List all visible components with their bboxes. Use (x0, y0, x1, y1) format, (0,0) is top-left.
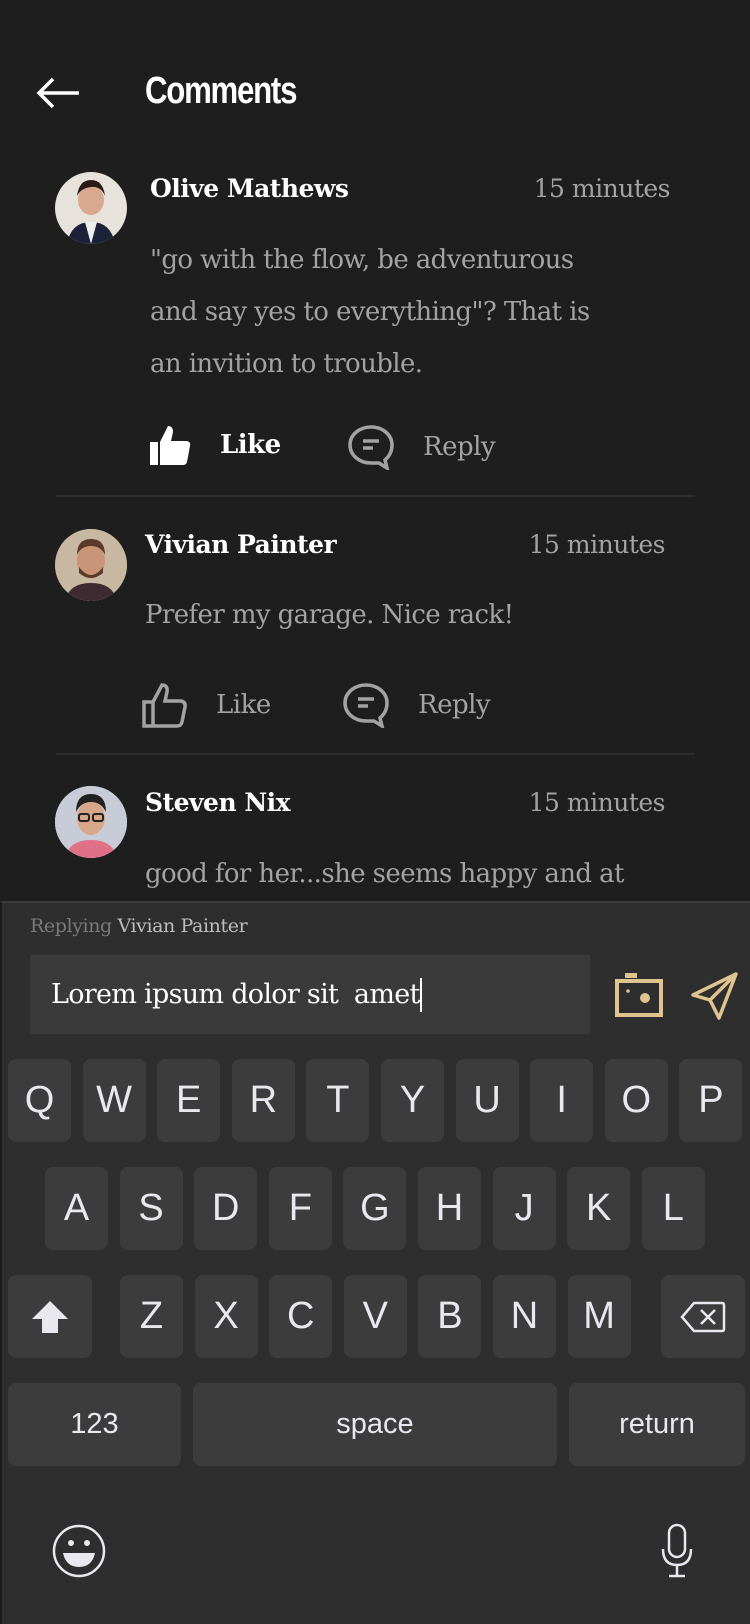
comment-line: good for her...she seems happy and at (145, 859, 624, 889)
comment-input-value: Lorem ipsum dolor sit amet (51, 979, 420, 1010)
comment-line: "go with the flow, be adventurous (150, 245, 574, 275)
comment-time: 15 minutes (533, 174, 671, 203)
divider (56, 495, 695, 497)
key-s[interactable]: S (119, 1167, 183, 1250)
key-n[interactable]: N (493, 1275, 556, 1358)
key-a[interactable]: A (45, 1167, 108, 1250)
reply-panel: Replying Vivian Painter Lorem ipsum dolo… (0, 901, 750, 1624)
back-arrow-icon[interactable] (35, 76, 81, 110)
comment-author[interactable]: Vivian Painter (145, 530, 337, 559)
backspace-icon (680, 1301, 726, 1332)
like-button[interactable]: Like (150, 424, 281, 466)
text-cursor (419, 977, 422, 1012)
comment-input[interactable]: Lorem ipsum dolor sit amet (30, 955, 590, 1034)
reply-button[interactable]: Reply (347, 424, 496, 470)
space-key[interactable]: space (193, 1383, 557, 1466)
avatar[interactable] (55, 786, 127, 858)
key-m[interactable]: M (567, 1275, 631, 1358)
camera-icon[interactable] (615, 973, 663, 1017)
comment-line: an invition to trouble. (150, 349, 423, 379)
avatar[interactable] (55, 172, 127, 244)
replying-indicator: Replying Vivian Painter (30, 915, 248, 937)
key-i[interactable]: I (530, 1059, 594, 1142)
key-x[interactable]: X (194, 1275, 258, 1358)
key-k[interactable]: K (567, 1167, 631, 1250)
reply-label: Reply (423, 432, 496, 462)
key-b[interactable]: B (418, 1275, 482, 1358)
send-icon[interactable] (690, 971, 740, 1021)
comment-body: good for her...she seems happy and at (145, 848, 705, 900)
comment-author[interactable]: Olive Mathews (150, 174, 349, 203)
like-label: Like (216, 690, 271, 720)
avatar[interactable] (55, 529, 127, 601)
key-c[interactable]: C (269, 1275, 333, 1358)
key-j[interactable]: J (492, 1167, 556, 1250)
comment-time: 15 minutes (528, 530, 666, 559)
comment-body: Prefer my garage. Nice rack! (145, 589, 665, 641)
numbers-key[interactable]: 123 (8, 1383, 181, 1466)
key-t[interactable]: T (306, 1059, 370, 1142)
comment-author[interactable]: Steven Nix (145, 788, 291, 817)
like-label: Like (220, 430, 281, 460)
key-f[interactable]: F (268, 1167, 332, 1250)
key-h[interactable]: H (418, 1167, 481, 1250)
key-q[interactable]: Q (8, 1059, 71, 1142)
key-e[interactable]: E (157, 1059, 221, 1142)
key-v[interactable]: V (343, 1275, 407, 1358)
comment-line: and say yes to everything"? That is (150, 297, 590, 327)
key-o[interactable]: O (604, 1059, 668, 1142)
comment-time: 15 minutes (528, 788, 666, 817)
key-y[interactable]: Y (381, 1059, 444, 1142)
divider (56, 753, 695, 755)
chat-bubble-icon (348, 425, 394, 470)
key-g[interactable]: G (343, 1167, 407, 1250)
page-title: Comments (145, 70, 297, 112)
comment-body: "go with the flow, be adventurous and sa… (150, 234, 670, 390)
reply-button[interactable]: Reply (342, 682, 491, 728)
like-button[interactable]: Like (142, 682, 271, 728)
emoji-icon[interactable] (51, 1523, 107, 1579)
key-l[interactable]: L (641, 1167, 705, 1250)
key-p[interactable]: P (679, 1059, 743, 1142)
key-r[interactable]: R (231, 1059, 295, 1142)
comment-line: Prefer my garage. Nice rack! (145, 600, 514, 630)
shift-icon (32, 1300, 68, 1333)
key-d[interactable]: D (194, 1167, 258, 1250)
replying-target: Vivian Painter (117, 915, 248, 937)
backspace-key[interactable] (661, 1275, 745, 1358)
thumbs-up-outline-icon (142, 683, 187, 728)
return-key[interactable]: return (569, 1383, 745, 1466)
shift-key[interactable] (8, 1275, 92, 1358)
reply-label: Reply (418, 690, 491, 720)
replying-label: Replying (30, 915, 112, 937)
thumbs-up-filled-icon (150, 426, 191, 465)
chat-bubble-icon (343, 683, 389, 728)
key-w[interactable]: W (82, 1059, 146, 1142)
microphone-icon[interactable] (660, 1523, 694, 1579)
key-z[interactable]: Z (120, 1275, 183, 1358)
key-u[interactable]: U (455, 1059, 519, 1142)
